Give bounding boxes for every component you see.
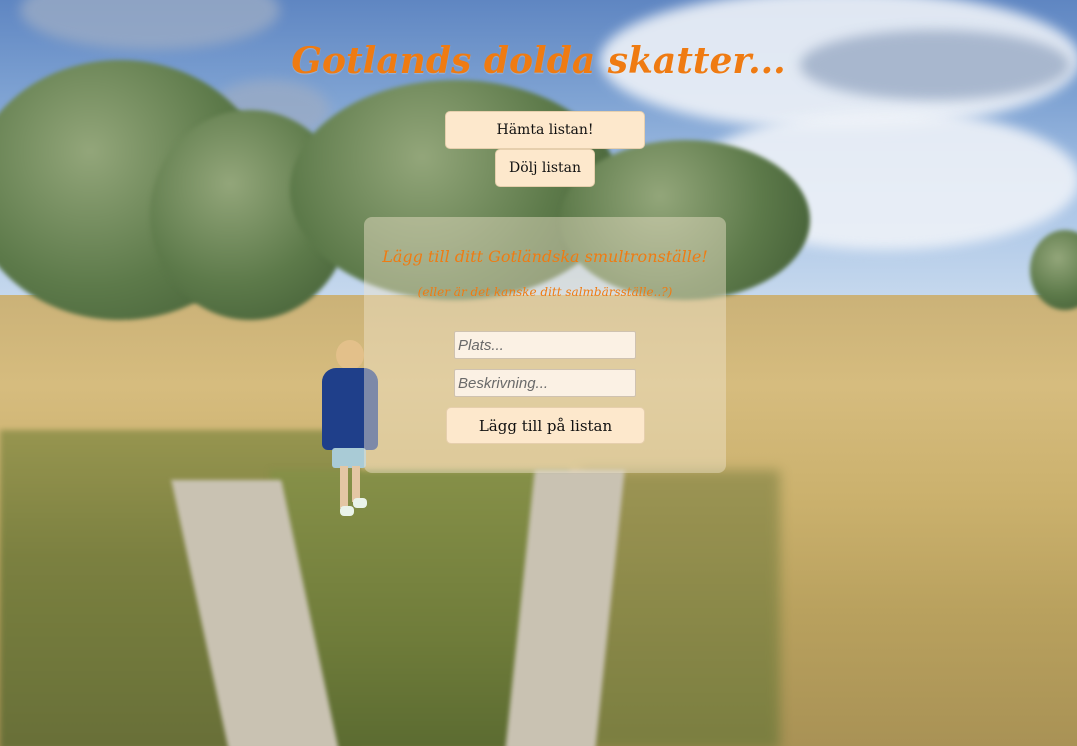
add-place-form: Lägg till ditt Gotländska smultronställe… [364,217,726,473]
child-shoe [353,498,367,508]
child-shorts [332,448,366,468]
child-leg [340,466,348,508]
fetch-list-button[interactable]: Hämta listan! [445,111,645,149]
description-input[interactable] [454,369,636,397]
place-input[interactable] [454,331,636,359]
add-to-list-button[interactable]: Lägg till på listan [446,407,645,444]
child-head [336,340,364,370]
page-title: Gotlands dolda skatter... [291,40,786,82]
form-subheading: (eller är det kanske ditt salmbärsställe… [417,285,673,299]
hide-list-button[interactable]: Dölj listan [495,149,595,187]
child-shoe [340,506,354,516]
form-heading: Lägg till ditt Gotländska smultronställe… [382,247,708,266]
child-leg [352,466,360,502]
